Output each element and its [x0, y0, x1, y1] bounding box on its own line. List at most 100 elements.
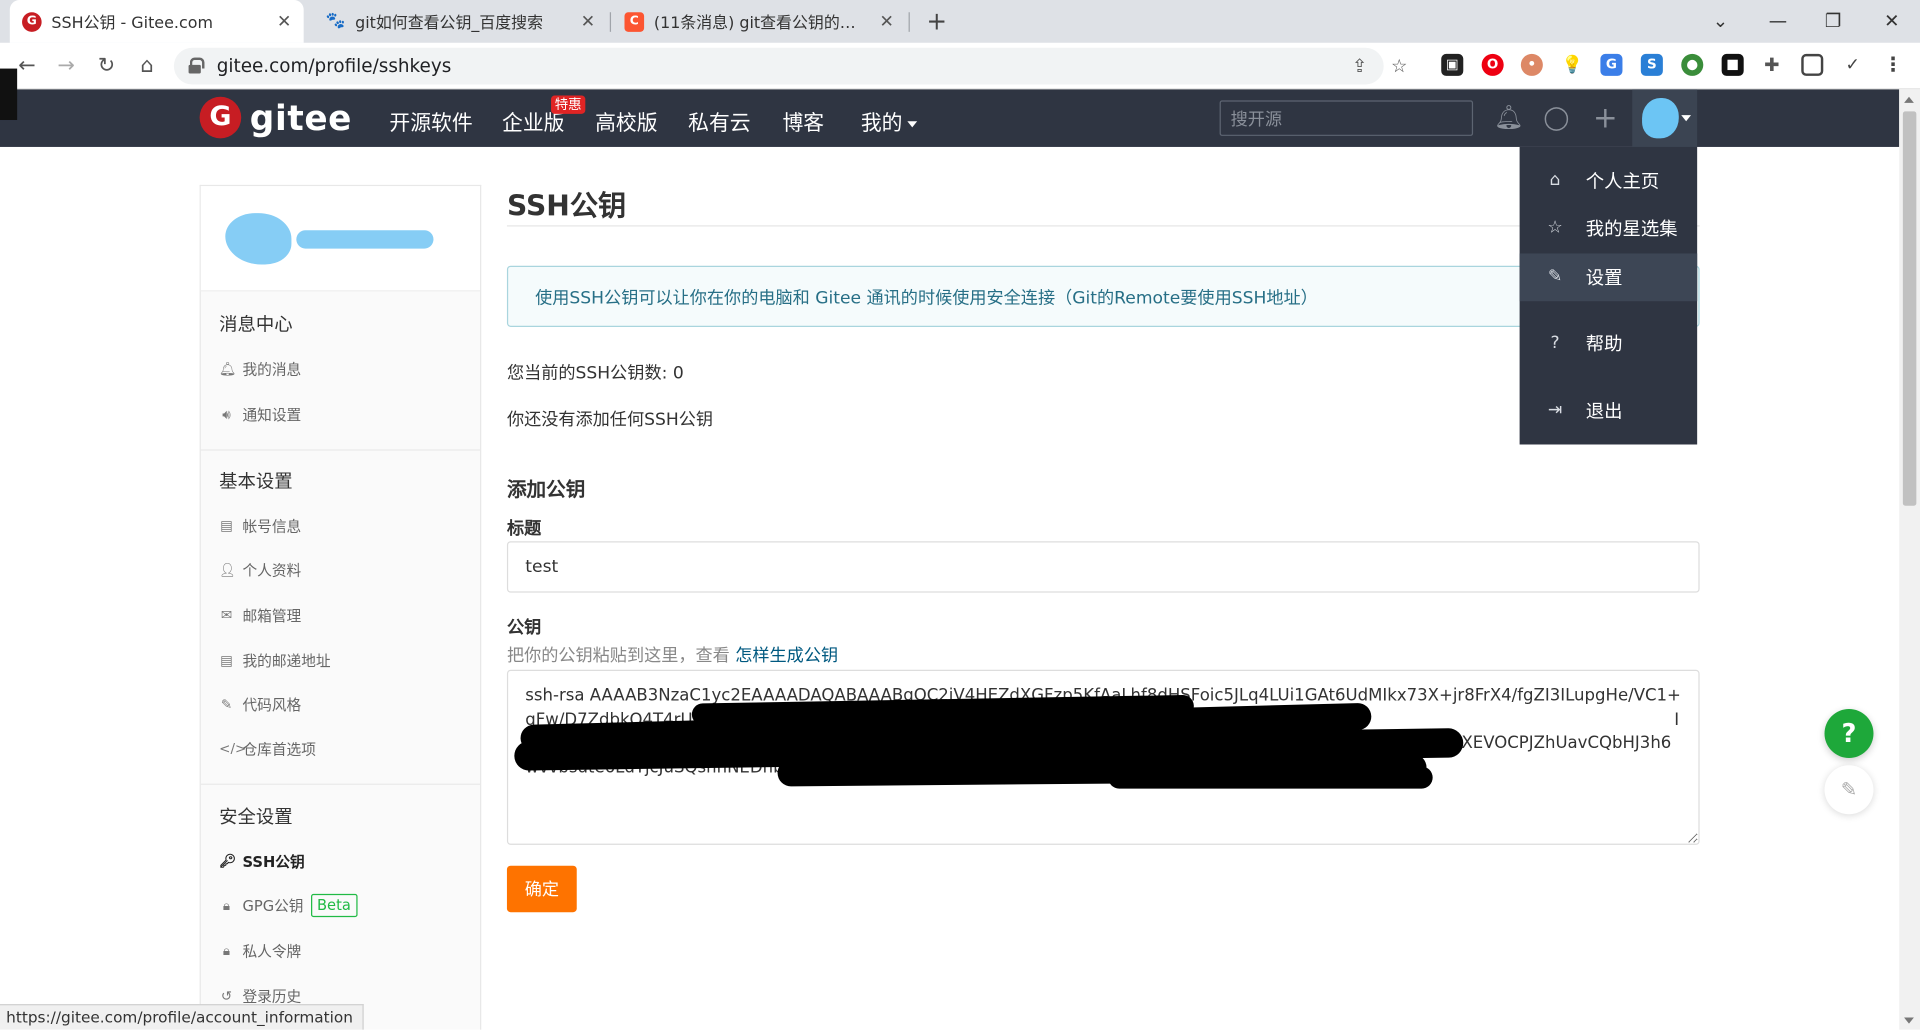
sidebar-item-ssh-keys[interactable]: 🔑︎ SSH公钥 [219, 851, 304, 872]
nav-opensource[interactable]: 开源软件 [389, 105, 472, 135]
reload-icon[interactable]: ↻ [91, 50, 123, 82]
plus-icon[interactable]: + [1592, 103, 1619, 132]
nav-education[interactable]: 高校版 [595, 105, 657, 135]
baidu-paw-icon: 🐾 [325, 12, 346, 31]
help-icon: ? [1550, 332, 1560, 353]
avatar [225, 213, 292, 265]
location-pin-icon[interactable]: ◯ [1543, 104, 1570, 131]
tab-title: SSH公钥 - Gitee.com [51, 14, 213, 34]
extension-blue-icon[interactable]: S [1640, 53, 1663, 76]
gitee-favicon-icon: G [22, 11, 42, 32]
gitee-header: G gitee 开源软件 企业版 特惠 高校版 私有云 博客 我的 🔔︎ ◯ + [0, 89, 1900, 147]
profile-icon[interactable]: ✓ [1841, 53, 1864, 76]
id-card-icon: ▤ [220, 517, 233, 534]
translate-extension-icon[interactable]: G [1600, 53, 1623, 76]
nav-private-cloud[interactable]: 私有云 [688, 105, 750, 135]
extensions-puzzle-icon[interactable]: ✚ [1760, 53, 1783, 76]
user-icon: 👤︎ [219, 562, 237, 578]
share-icon[interactable]: ⇪ [1352, 55, 1367, 77]
sidebar-item-gpg-keys[interactable]: 🔒︎ GPG公钥 Beta [219, 893, 357, 918]
scrollbar-thumb[interactable] [1902, 111, 1917, 506]
home-icon[interactable]: ⌂ [131, 50, 163, 82]
feedback-edit-icon[interactable]: ✎ [1824, 765, 1874, 815]
desktop-edge-widget [0, 68, 18, 121]
close-window-button[interactable]: ✕ [1873, 5, 1910, 37]
menu-item-settings[interactable]: ✎ 设置 [1519, 253, 1698, 302]
sidebar-item-notification-settings[interactable]: 🔊︎ 通知设置 [219, 404, 301, 425]
restore-button[interactable]: ❐ [1815, 5, 1852, 37]
hot-badge: 特惠 [551, 95, 586, 114]
extension-bulb-icon[interactable]: 💡 [1561, 53, 1584, 76]
opera-extension-icon[interactable]: O [1481, 53, 1504, 76]
menu-item-help[interactable]: ? 帮助 [1520, 320, 1698, 368]
menu-item-stars[interactable]: ☆ 我的星选集 [1520, 204, 1698, 252]
minimize-button[interactable]: — [1760, 5, 1797, 37]
logo-text: gitee [249, 97, 353, 138]
scroll-down-arrow-icon[interactable] [1904, 1017, 1914, 1024]
extension-face-icon[interactable]: • [1520, 53, 1543, 76]
how-to-generate-link[interactable]: 怎样生成公钥 [735, 647, 838, 667]
key-title-input[interactable] [506, 541, 1700, 593]
bookmark-star-icon[interactable]: ☆ [1391, 55, 1407, 77]
key-hint: 把你的公钥粘贴到这里，查看 怎样生成公钥 [506, 646, 839, 667]
key-icon: 🔑︎ [219, 853, 237, 870]
section-title-basic: 基本设置 [219, 470, 293, 493]
key-label: 公钥 [506, 618, 542, 638]
link-status-bar: https://gitee.com/profile/account_inform… [0, 1004, 365, 1030]
csdn-favicon-icon: C [624, 11, 645, 32]
menu-item-homepage[interactable]: ⌂ 个人主页 [1520, 157, 1698, 205]
sidebar-item-profile[interactable]: 👤︎ 个人资料 [219, 560, 301, 581]
page-scrollbar[interactable] [1899, 89, 1920, 1030]
nav-mine[interactable]: 我的 [860, 105, 918, 136]
submit-button[interactable]: 确定 [506, 865, 577, 913]
nav-mine-label: 我的 [860, 111, 903, 136]
extension-icon[interactable]: ▣ [1441, 53, 1464, 76]
menu-kebab-icon[interactable]: ⋮ [1882, 53, 1905, 76]
close-tab-icon[interactable]: ✕ [277, 12, 291, 32]
settings-sidebar: 消息中心 🔔︎ 我的消息 🔊︎ 通知设置 基本设置 ▤ 帐号信息 👤︎ 个人资料 ✉ 邮箱… [199, 184, 482, 1030]
title-label: 标题 [506, 519, 542, 539]
browser-tab-baidu[interactable]: 🐾 git如何查看公钥_百度搜索 ✕ [313, 0, 607, 43]
sidebar-item-tokens[interactable]: 🔒︎ 私人令牌 [219, 940, 301, 961]
sidebar-item-my-messages[interactable]: 🔔︎ 我的消息 [219, 359, 301, 380]
sidebar-item-repo-prefs[interactable]: </> 仓库首选项 [219, 738, 316, 759]
sidebar-item-email[interactable]: ✉ 邮箱管理 [219, 605, 301, 626]
profile-card[interactable] [200, 186, 481, 292]
close-tab-icon[interactable]: ✕ [880, 12, 894, 32]
browser-tab-csdn[interactable]: C (11条消息) git查看公钥的命令 - ✕ [612, 0, 906, 43]
forward-arrow-icon[interactable]: → [50, 50, 82, 82]
chevron-down-icon [1681, 115, 1692, 122]
browser-tab-gitee[interactable]: G SSH公钥 - Gitee.com ✕ [9, 0, 304, 43]
scroll-up-arrow-icon[interactable] [1904, 96, 1914, 103]
extension-globe-icon[interactable]: ● [1681, 53, 1704, 76]
nav-blog[interactable]: 博客 [782, 105, 824, 135]
chevron-down-icon [907, 120, 918, 127]
bell-icon[interactable]: 🔔︎ [1494, 104, 1524, 131]
section-title-security: 安全设置 [219, 805, 293, 828]
tab-search-chevron-icon[interactable]: ⌄ [1702, 5, 1739, 37]
sidebar-item-code-style[interactable]: ✎ 代码风格 [219, 694, 301, 715]
new-tab-button[interactable]: + [921, 5, 953, 37]
address-bar[interactable]: gitee.com/profile/sshkeys ⇪ ☆ [173, 47, 1408, 85]
star-icon: ☆ [1547, 217, 1563, 237]
gitee-logo[interactable]: G gitee [199, 96, 353, 139]
search-input[interactable] [1219, 100, 1474, 136]
lock-icon [188, 57, 205, 74]
user-dropdown-menu: ⌂ 个人主页 ☆ 我的星选集 ✎ 设置 ? 帮助 ⇥ 退出 [1519, 146, 1698, 445]
lock-icon: 🔒︎ [222, 896, 231, 913]
close-tab-icon[interactable]: ✕ [581, 12, 595, 32]
brush-icon: ✎ [220, 696, 233, 713]
user-avatar-menu[interactable] [1632, 89, 1698, 147]
beta-badge: Beta [310, 893, 357, 918]
edit-icon: ✎ [1547, 266, 1563, 286]
speaker-icon: 🔊︎ [222, 405, 231, 422]
no-keys-text: 你还没有添加任何SSH公钥 [506, 410, 714, 430]
side-panel-icon[interactable] [1801, 53, 1824, 76]
help-float-button[interactable]: ? [1824, 708, 1874, 758]
mail-icon: ✉ [220, 607, 233, 624]
sidebar-item-account[interactable]: ▤ 帐号信息 [219, 516, 301, 537]
menu-item-logout[interactable]: ⇥ 退出 [1520, 387, 1698, 435]
extension-square-icon[interactable]: ■ [1721, 53, 1744, 76]
lock-user-icon: 🔒︎ [222, 942, 231, 959]
sidebar-item-address[interactable]: ▤ 我的邮递地址 [219, 650, 330, 671]
